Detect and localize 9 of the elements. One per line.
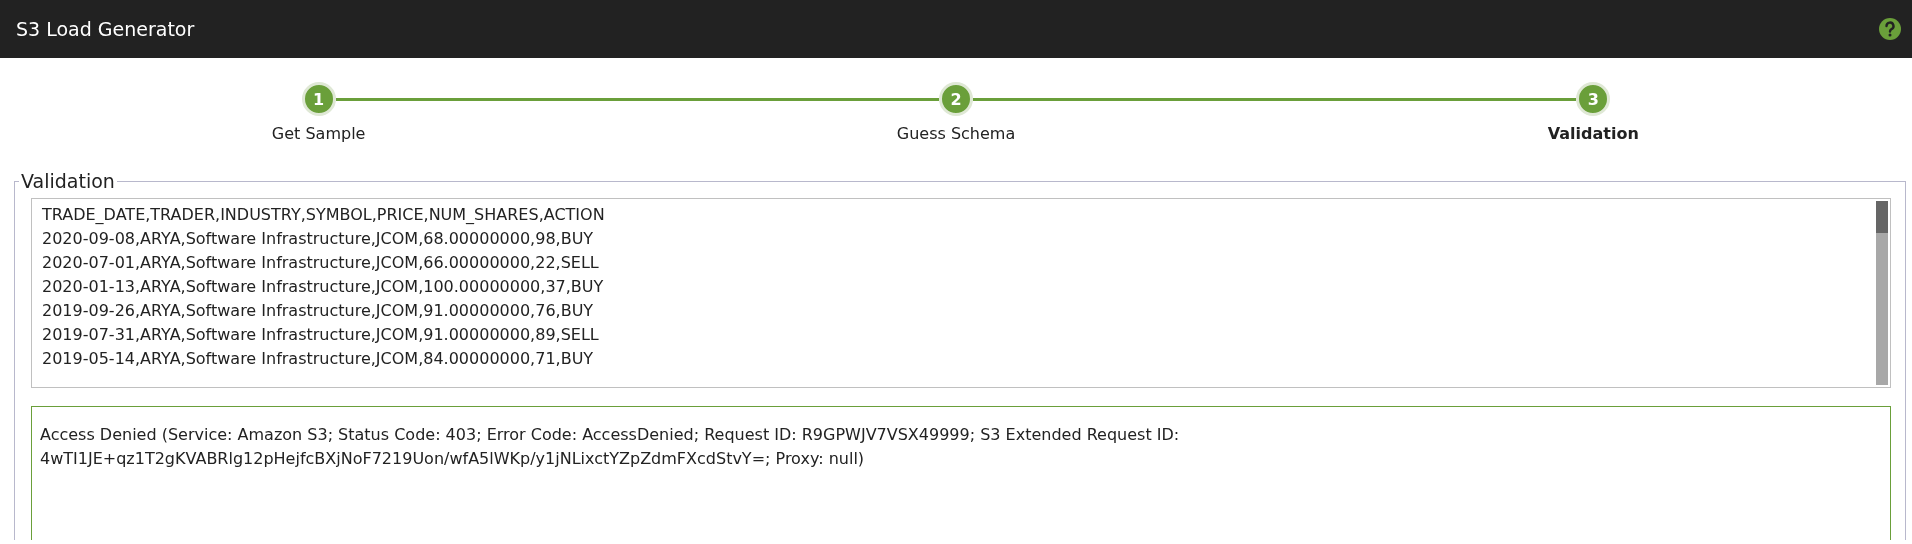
scrollbar[interactable] [1876, 201, 1888, 385]
help-icon[interactable] [1878, 17, 1902, 41]
error-message: Access Denied (Service: Amazon S3; Status Code: 403; Error Code: AccessDenied; Request ID: R9GPWJV7VSX49999; S3 Extended Request ID: 4wTI1JE+qz1T2gKVABRlg12pHejfcBXjNoF7219Uon/wfA5lWKp/y1jNLixctYZpZdmFXcdStvY=; Proxy: null) [40, 425, 1180, 468]
panel-legend: Validation [19, 171, 117, 192]
app-title: S3 Load Generator [16, 18, 195, 40]
step-label[interactable]: Guess Schema [896, 124, 1016, 143]
sample-textarea[interactable]: TRADE_DATE,TRADER,INDUSTRY,SYMBOL,PRICE,NUM_SHARES,ACTION 2020-09-08,ARYA,Software Infrastructure,JCOM,68.00000000,98,BUY 2020-07-01,ARYA,Software Infrastructure,JCOM,66.00000000,22,SELL 2020-01-13,ARYA,Software Infrastructure,JCOM,100.00000000,37,BUY 2019-09-26,ARYA,Software Infrastructure,JCOM,91.00000000,76,BUY 2019-07-31,ARYA,Software Infrastructure,JCOM,91.00000000,89,SELL 2019-05-14,ARYA,Software Infrastructure,JCOM,84.00000000,71,BUY [31, 198, 1891, 388]
step-label[interactable]: Validation [1547, 124, 1639, 143]
step-label[interactable]: Get Sample [271, 124, 366, 143]
